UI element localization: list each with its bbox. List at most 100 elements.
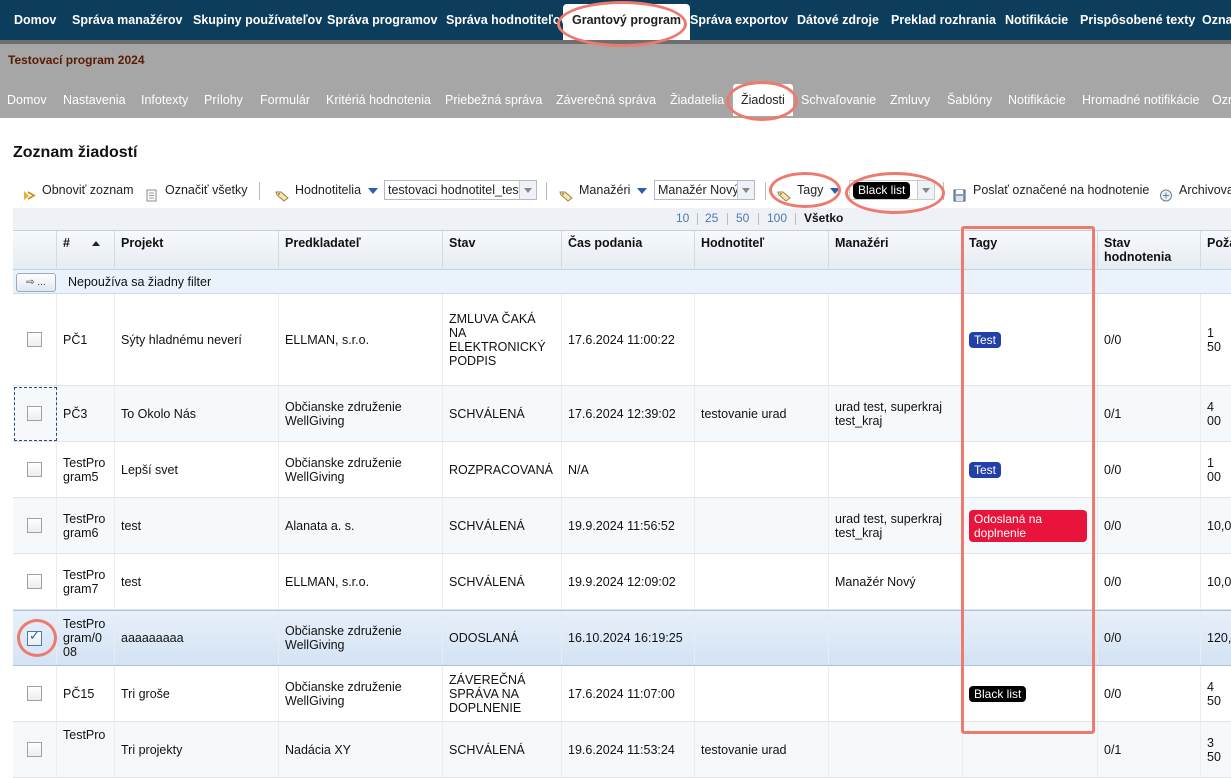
table-row[interactable]: TestProgram6 test Alanata a. s. SCHVÁLEN… xyxy=(13,498,1231,554)
row-checkbox[interactable] xyxy=(27,686,42,701)
table-row[interactable]: TestProgram7 test ELLMAN, s.r.o. SCHVÁLE… xyxy=(13,554,1231,610)
column-header-managers[interactable]: Manažéri xyxy=(829,231,963,271)
tag-select[interactable]: Black list xyxy=(849,180,935,200)
page-size-50[interactable]: 50 xyxy=(736,211,749,225)
pager-separator xyxy=(795,213,796,225)
topnav-item-sprava-programov[interactable]: Správa programov xyxy=(318,0,446,40)
evaluators-menu-button[interactable]: Hodnotitelia xyxy=(275,176,379,204)
top-navigation: Domov Správa manažérov Skupiny používate… xyxy=(0,0,1231,40)
column-header-number[interactable]: # xyxy=(57,231,115,271)
managers-menu-button[interactable]: Manažéri xyxy=(559,176,648,204)
manager-select[interactable]: Manažér Nový xyxy=(654,180,755,200)
topnav-item-sprava-manazerov[interactable]: Správa manažérov xyxy=(63,0,191,40)
subnav-item-overflow[interactable]: Ozn xyxy=(1212,84,1231,116)
topnav-item-preklad-rozhrania[interactable]: Preklad rozhrania xyxy=(882,0,1005,40)
page-size-100[interactable]: 100 xyxy=(767,211,787,225)
subnav-item-infotexty[interactable]: Infotexty xyxy=(141,84,188,116)
dropdown-trigger-icon[interactable] xyxy=(917,181,934,199)
column-header-evaluator[interactable]: Hodnotiteľ xyxy=(695,231,829,271)
row-checkbox[interactable] xyxy=(27,518,42,533)
grid-header: # Projekt Predkladateľ Stav Čas podania … xyxy=(13,230,1231,271)
dropdown-trigger-icon[interactable] xyxy=(737,181,754,199)
table-row[interactable]: PČ1 Sýty hladnému neverí ELLMAN, s.r.o. … xyxy=(13,294,1231,386)
topnav-item-sprava-exportov[interactable]: Správa exportov xyxy=(681,0,797,40)
topnav-item-domov[interactable]: Domov xyxy=(5,0,65,40)
subnav-item-priebezna-sprava[interactable]: Priebežná správa xyxy=(445,84,542,116)
subnav-item-domov[interactable]: Domov xyxy=(7,84,47,116)
subnav-item-prilohy[interactable]: Prílohy xyxy=(204,84,243,116)
row-evaluation-status: 0/0 xyxy=(1098,442,1201,497)
subnav-item-kriteria-hodnotenia[interactable]: Kritériá hodnotenia xyxy=(326,84,431,116)
pager-separator xyxy=(758,213,759,225)
subnav-item-ziadatelia[interactable]: Žiadatelia xyxy=(670,84,724,116)
subnav-item-nastavenia[interactable]: Nastavenia xyxy=(63,84,126,116)
select-all-button[interactable]: Označiť všetky xyxy=(145,176,248,204)
subnav-item-zmluvy[interactable]: Zmluvy xyxy=(890,84,930,116)
topnav-item-prisposobene-texty[interactable]: Prispôsobené texty xyxy=(1071,0,1204,40)
column-header-tags[interactable]: Tagy xyxy=(963,231,1098,271)
row-status: ZÁVEREČNÁ SPRÁVA NA DOPLNENIE xyxy=(443,666,562,721)
tag-icon xyxy=(777,184,791,202)
table-row[interactable]: PČ15 Tri groše Občianske združenie WellG… xyxy=(13,666,1231,722)
row-checkbox[interactable] xyxy=(27,462,42,477)
row-project: Sýty hladnému neverí xyxy=(115,294,279,385)
table-row-selected[interactable]: TestProgram/008 aaaaaaaaa Občianske zdru… xyxy=(13,610,1231,666)
column-header-amount[interactable]: Poža xyxy=(1201,231,1231,271)
row-submitted: 19.9.2024 12:09:02 xyxy=(562,554,695,609)
row-evaluation-status: 0/0 xyxy=(1098,294,1201,385)
row-evaluator xyxy=(695,294,829,385)
row-submitted: 19.9.2024 11:56:52 xyxy=(562,498,695,553)
topnav-item-notifikacie[interactable]: Notifikácie xyxy=(996,0,1077,40)
row-project: test xyxy=(115,554,279,609)
toolbar-separator xyxy=(259,182,260,200)
table-row[interactable]: TestProgram5 Lepší svet Občianske združe… xyxy=(13,442,1231,498)
topnav-item-datove-zdroje[interactable]: Dátové zdroje xyxy=(788,0,888,40)
topnav-item-skupiny-pouzivatelov[interactable]: Skupiny používateľov xyxy=(184,0,331,40)
subnav-item-formular[interactable]: Formulár xyxy=(260,84,310,116)
evaluator-select[interactable]: testovaci hodnotitel_test xyxy=(384,180,537,200)
toolbar-separator xyxy=(765,182,766,200)
row-project: Tri projekty xyxy=(115,722,279,777)
subnav-item-notifikacie[interactable]: Notifikácie xyxy=(1008,84,1066,116)
subnav-item-ziadosti[interactable]: Žiadosti xyxy=(733,84,793,116)
row-managers xyxy=(829,666,963,721)
topnav-item-grantovy-program[interactable]: Grantový program xyxy=(563,4,691,40)
archive-icon xyxy=(1159,184,1173,202)
send-to-evaluation-button[interactable]: Poslať označené na hodnotenie xyxy=(953,176,1149,204)
refresh-button[interactable]: Obnoviť zoznam xyxy=(22,176,134,204)
table-row[interactable]: PČ3 To Okolo Nás Občianske združenie Wel… xyxy=(13,386,1231,442)
row-managers: urad test, superkraj test_kraj xyxy=(829,386,963,441)
row-checkbox[interactable] xyxy=(27,332,42,347)
topnav-item-sprava-hodnotitelov[interactable]: Správa hodnotiteľov xyxy=(437,0,577,40)
column-header-evaluation-status[interactable]: Stav hodnotenia xyxy=(1098,231,1201,271)
archive-button[interactable]: Archivova xyxy=(1159,176,1231,204)
row-number: TestPro xyxy=(57,722,115,777)
filter-button[interactable]: ⇨ ... xyxy=(16,273,56,292)
tag-badge: Odoslaná na doplnenie xyxy=(969,509,1087,542)
table-row[interactable]: TestPro Tri projekty Nadácia XY SCHVÁLEN… xyxy=(13,722,1231,778)
row-managers: Manažér Nový xyxy=(829,554,963,609)
subnav-item-sablony[interactable]: Šablóny xyxy=(947,84,992,116)
subnav-item-schvalovanie[interactable]: Schvaľovanie xyxy=(801,84,876,116)
subnav-item-hromadne-notifikacie[interactable]: Hromadné notifikácie xyxy=(1082,84,1199,116)
row-applicant: Občianske združenie WellGiving xyxy=(279,611,443,665)
row-number: TestProgram7 xyxy=(57,554,115,609)
row-checkbox[interactable] xyxy=(27,742,42,757)
column-header-project[interactable]: Projekt xyxy=(115,231,279,271)
page-size-10[interactable]: 10 xyxy=(676,211,689,225)
dropdown-trigger-icon[interactable] xyxy=(519,181,536,199)
row-status: ROZPRACOVANÁ xyxy=(443,442,562,497)
page-size-25[interactable]: 25 xyxy=(705,211,718,225)
row-project: Tri groše xyxy=(115,666,279,721)
tags-menu-button[interactable]: Tagy xyxy=(777,176,841,204)
row-select-cell xyxy=(13,611,57,665)
row-checkbox[interactable] xyxy=(27,574,42,589)
row-checkbox-checked[interactable] xyxy=(27,630,42,646)
column-header-status[interactable]: Stav xyxy=(443,231,562,271)
column-header-submitted[interactable]: Čas podania xyxy=(562,231,695,271)
row-applicant: ELLMAN, s.r.o. xyxy=(279,554,443,609)
page-size-all[interactable]: Všetko xyxy=(804,211,843,225)
column-header-applicant[interactable]: Predkladateľ xyxy=(279,231,443,271)
subnav-item-zaverecna-sprava[interactable]: Záverečná správa xyxy=(556,84,656,116)
topnav-item-overflow[interactable]: Ozna xyxy=(1193,0,1231,40)
